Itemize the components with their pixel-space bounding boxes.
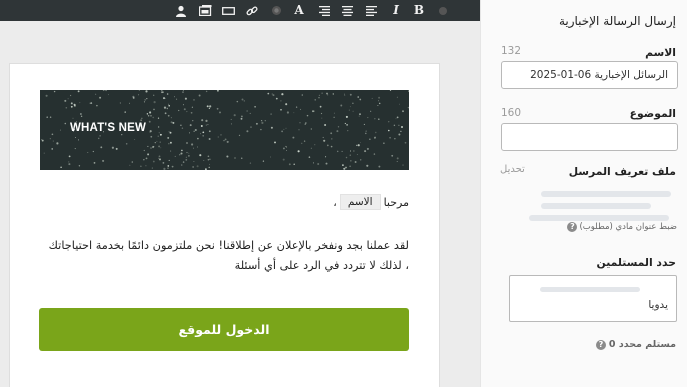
subject-input[interactable]: [501, 123, 678, 151]
greeting-line: مرحبا الاسم ،: [333, 194, 409, 210]
help-icon[interactable]: ?: [567, 222, 578, 232]
body-line-2: ، لذلك لا تتردد في الرد على أي أسئلة: [234, 259, 409, 272]
sender-address-hint[interactable]: ضبط عنوان مادي (مطلوب) ?: [567, 222, 677, 232]
recipients-select[interactable]: يدويا: [509, 275, 677, 322]
email-preview-card: WHAT'S NEW مرحبا الاسم ، لقد عملنا بجد و…: [9, 63, 440, 387]
sender-profile-label: ملف تعريف المرسل: [568, 165, 676, 178]
align-right-icon[interactable]: [315, 2, 333, 19]
body-paragraph[interactable]: لقد عملنا بجد ونفخر بالإعلان عن إطلاقنا!…: [40, 236, 409, 276]
button-block-icon[interactable]: [219, 2, 237, 19]
recipient-count: مستلم محدد 0 ?: [595, 339, 676, 350]
font-icon[interactable]: A: [290, 2, 308, 19]
recipients-label: حدد المستلمين: [596, 256, 676, 269]
recipient-count-text: مستلم محدد 0: [608, 339, 676, 350]
body-line-1: لقد عملنا بجد ونفخر بالإعلان عن إطلاقنا!…: [48, 239, 409, 252]
hero-banner-image: WHAT'S NEW: [40, 90, 409, 170]
align-left-icon[interactable]: [362, 2, 380, 19]
recipients-manual-chip: يدويا: [648, 299, 668, 311]
editor-area: A I B WHAT'S NEW مرحبا الاسم ، لقد عملنا…: [0, 0, 480, 387]
sender-redacted-line: [541, 191, 671, 197]
name-merge-tag[interactable]: الاسم: [339, 194, 381, 210]
image-icon[interactable]: [196, 2, 214, 19]
sender-hint-text: ضبط عنوان مادي (مطلوب): [579, 222, 677, 232]
italic-icon[interactable]: I: [387, 2, 405, 19]
more-icon[interactable]: [434, 2, 452, 19]
formatting-toolbar: A I B: [0, 0, 480, 21]
color-icon[interactable]: [267, 2, 285, 19]
link-icon[interactable]: [243, 2, 261, 19]
sender-redacted-line: [541, 203, 651, 209]
user-icon[interactable]: [172, 2, 190, 19]
banner-text: WHAT'S NEW: [70, 122, 147, 134]
name-char-counter: 132: [501, 45, 522, 57]
name-label: الاسم: [645, 46, 676, 59]
recipients-redacted-line: [540, 287, 640, 292]
align-center-icon[interactable]: [338, 2, 356, 19]
panel-title: إرسال الرسالة الإخبارية: [558, 14, 676, 28]
sender-redacted-line: [529, 215, 669, 221]
name-input[interactable]: 2025-01-06 الرسائل الإخبارية: [501, 61, 678, 89]
visit-site-button[interactable]: الدخول للموقع: [39, 308, 409, 351]
greeting-suffix: ،: [333, 195, 337, 209]
greeting-word: مرحبا: [383, 195, 409, 209]
bold-icon[interactable]: B: [410, 2, 428, 19]
help-icon[interactable]: ?: [595, 339, 606, 350]
subject-char-counter: 160: [501, 107, 522, 119]
subject-label: الموضوع: [629, 107, 676, 120]
newsletter-settings-panel: إرسال الرسالة الإخبارية الاسم 132 2025-0…: [480, 0, 687, 387]
edit-sender-link[interactable]: تحديل: [500, 164, 525, 175]
